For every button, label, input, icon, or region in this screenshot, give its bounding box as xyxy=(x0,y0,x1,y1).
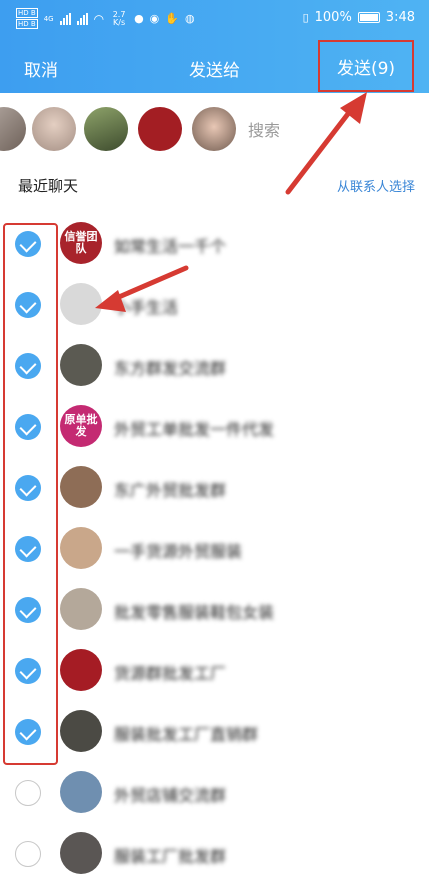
annotation-arrows xyxy=(95,92,367,312)
annotation-arrow-send xyxy=(285,103,357,195)
annotation-arrow-row xyxy=(109,265,189,303)
share-page: HD B HD B 4G ◠ 2.7 K/s ● ◉ ✋ ◍ ▯ 100% 3:4… xyxy=(0,0,429,887)
